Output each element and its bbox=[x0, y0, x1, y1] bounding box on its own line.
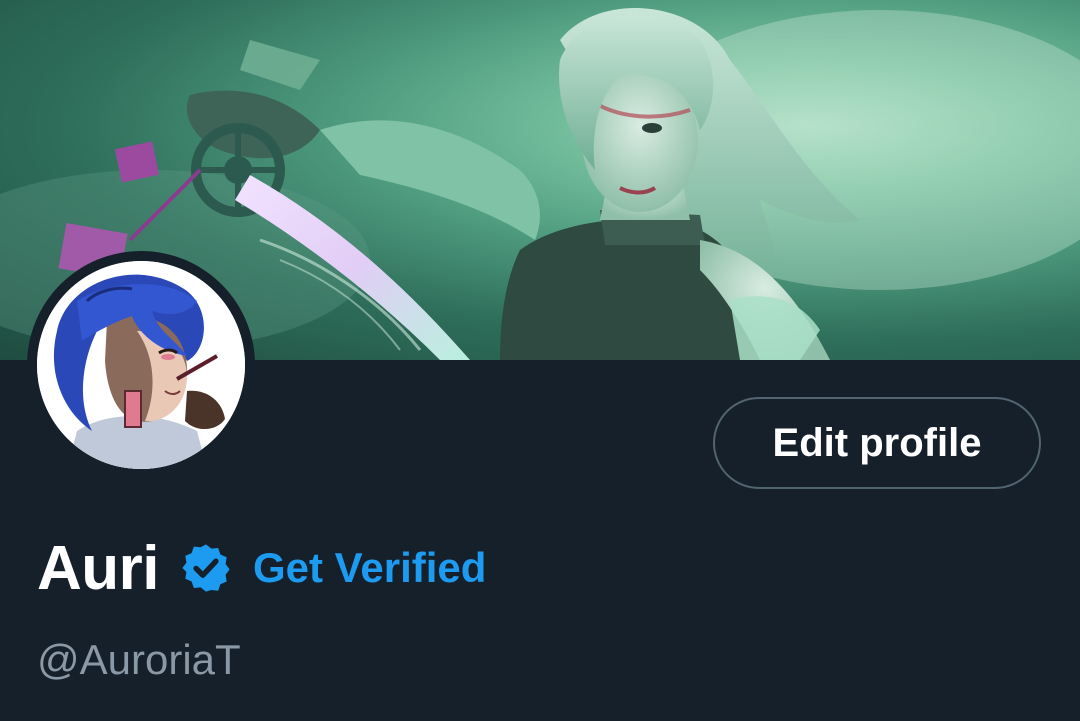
edit-profile-button[interactable]: Edit profile bbox=[713, 397, 1041, 489]
avatar-illustration bbox=[37, 261, 245, 469]
verified-badge-icon[interactable] bbox=[179, 541, 233, 595]
profile-name-row: Auri Get Verified bbox=[37, 530, 486, 606]
profile-handle: @AuroriaT bbox=[37, 636, 241, 683]
profile-page: Edit profile Auri Get Verified @AuroriaT bbox=[0, 0, 1080, 721]
get-verified-link[interactable]: Get Verified bbox=[253, 544, 486, 592]
avatar[interactable] bbox=[37, 261, 245, 469]
display-name: Auri bbox=[37, 533, 160, 603]
